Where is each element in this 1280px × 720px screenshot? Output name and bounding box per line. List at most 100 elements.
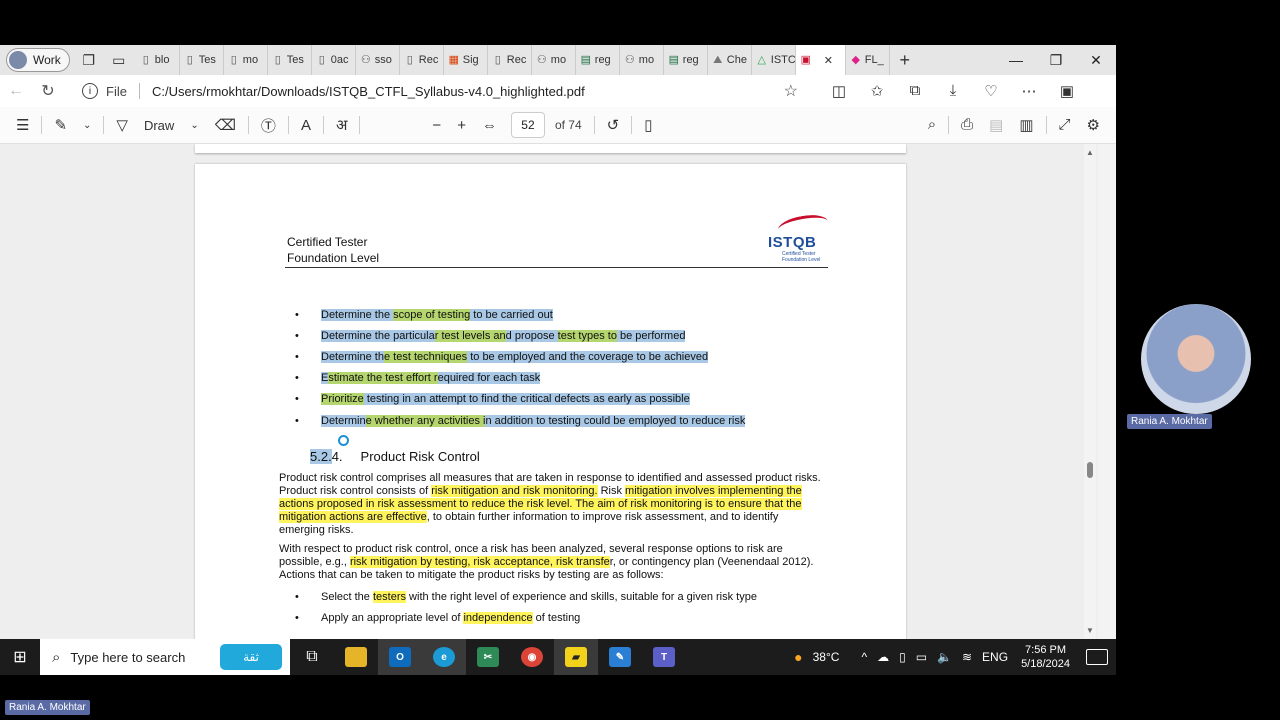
thiqa-app-button[interactable]: ثقة (220, 644, 282, 670)
page-view-icon[interactable]: ▯ (636, 116, 660, 134)
browser-tab[interactable]: ▯ mo (224, 45, 268, 75)
volume-icon[interactable]: 🔈 (932, 650, 957, 664)
restore-icon[interactable]: ❐ (1036, 45, 1076, 75)
usb-icon[interactable]: ▯ (894, 650, 911, 664)
highlighted-text: testing in an attempt to find the critic… (363, 393, 690, 405)
print-icon[interactable]: ⎙ (953, 116, 981, 134)
highlighted-text: scope of testing (393, 309, 471, 321)
draw-icon[interactable]: ▽ (108, 116, 136, 134)
tab-label: mo (242, 54, 259, 66)
more-menu-icon[interactable]: ⋯ (1010, 82, 1048, 100)
browser-tab[interactable]: ⚇ mo (620, 45, 664, 75)
browser-tab[interactable]: ▯ Rec (400, 45, 444, 75)
minimize-icon[interactable]: — (996, 45, 1036, 75)
draw-button[interactable]: Draw (136, 118, 182, 133)
translate-icon[interactable]: अ (328, 115, 355, 135)
browser-tab[interactable]: ⛰ Che (708, 45, 752, 75)
read-aloud-icon[interactable]: A (293, 117, 319, 134)
scrollbar-thumb[interactable] (1087, 462, 1093, 478)
fullscreen-icon[interactable]: ⤢ (1051, 116, 1079, 134)
temperature[interactable]: 38°C (808, 650, 845, 664)
tab-close-icon[interactable]: ✕ (824, 54, 833, 67)
eraser-icon[interactable]: ⌫ (207, 116, 244, 134)
sidebar-toggle-icon[interactable]: ▣ (1048, 82, 1086, 100)
tab-actions-icon[interactable]: ▭ (108, 49, 130, 71)
task-view-icon[interactable]: ⧉ (290, 639, 334, 675)
windows-taskbar: ⊞ ⌕ Type here to search ثقة ⧉ O e ✂ ◉ ▰ … (0, 639, 1116, 675)
onedrive-icon[interactable]: ☁ (872, 650, 894, 664)
browser-tab[interactable]: △ ISTC (752, 45, 796, 75)
highlight-icon[interactable]: ✎ (46, 116, 75, 134)
profile-button[interactable]: Work (6, 48, 70, 72)
close-icon[interactable]: ✕ (1076, 45, 1116, 75)
browser-window: Work ❐ ▭ ▯ blo ▯ Tes ▯ mo ▯ Tes ▯ 0ac ⚇ sso ▯ Rec ▦ Sig… (0, 45, 1116, 639)
browser-tab[interactable]: ▯ Rec (488, 45, 532, 75)
highlighted-text: n addition to testing could be employed … (485, 415, 746, 427)
sticky-notes-icon[interactable]: ▰ (554, 639, 598, 675)
zoom-in-icon[interactable]: + (449, 117, 474, 134)
collections-icon[interactable]: ⧉ (896, 82, 934, 100)
tab-label: ISTC (770, 54, 796, 66)
notifications-icon[interactable] (1086, 649, 1108, 665)
browser-tab[interactable]: ▦ Sig (444, 45, 488, 75)
browser-tab[interactable]: ▤ reg (576, 45, 620, 75)
info-icon[interactable]: i (82, 83, 98, 99)
workspaces-icon[interactable]: ❐ (78, 49, 100, 71)
find-icon[interactable]: ⌕ (920, 116, 944, 134)
outlook-icon[interactable]: O (378, 639, 422, 675)
save-icon[interactable]: ▤ (981, 116, 1011, 134)
browser-tab[interactable]: ▯ Tes (268, 45, 312, 75)
browser-tab[interactable]: ▤ reg (664, 45, 708, 75)
battery-icon[interactable]: ▭ (911, 650, 932, 664)
rotate-icon[interactable]: ↺ (599, 116, 628, 134)
browser-tab[interactable]: ▯ 0ac (312, 45, 356, 75)
tab-favicon-icon: △ (757, 54, 767, 66)
clock[interactable]: 7:56 PM 5/18/2024 (1013, 643, 1078, 671)
browser-tab[interactable]: ⚇ sso (356, 45, 400, 75)
tab-label: Che (726, 54, 747, 66)
weather-icon[interactable]: ● (789, 649, 807, 665)
new-tab-button[interactable]: + (890, 50, 920, 71)
refresh-icon[interactable]: ↻ (32, 81, 64, 101)
self-view-name: Rania A. Mokhtar (5, 700, 90, 715)
browser-tab[interactable]: ▯ blo (136, 45, 180, 75)
downloads-icon[interactable]: ⤓ (934, 82, 972, 100)
teams-icon[interactable]: T (642, 639, 686, 675)
scroll-down-icon[interactable]: ▼ (1086, 626, 1094, 635)
tab-label: Sig (462, 54, 479, 66)
show-hidden-icons-icon[interactable]: ^ (856, 650, 872, 664)
highlighted-text: test types to (557, 330, 617, 342)
address-bar[interactable]: i File C:/Users/rmokhtar/Downloads/ISTQB… (70, 78, 810, 104)
save-as-icon[interactable]: ▥ (1011, 116, 1041, 134)
chrome-icon[interactable]: ◉ (510, 639, 554, 675)
edge-icon[interactable]: e (422, 639, 466, 675)
browser-tab[interactable]: ⚇ mo (532, 45, 576, 75)
browser-essentials-icon[interactable]: ♡ (972, 82, 1010, 100)
add-text-icon[interactable]: Ⓣ (253, 115, 284, 136)
page-number-input[interactable]: 52 (510, 112, 545, 138)
vertical-scrollbar[interactable]: ▲ ▼ (1084, 144, 1096, 639)
snipping-tool-icon[interactable]: ✂ (466, 639, 510, 675)
scroll-up-icon[interactable]: ▲ (1086, 148, 1094, 157)
browser-tab[interactable]: ◆ FL_ (846, 45, 890, 75)
back-icon[interactable]: ← (0, 82, 32, 100)
pdf-toolbar-right: ⌕ ⎙ ▤ ▥ ⤢ ⚙ (920, 116, 1116, 134)
highlight-dropdown-icon[interactable]: ⌄ (75, 120, 99, 131)
favorite-star-icon[interactable]: ☆ (784, 81, 798, 101)
language-indicator[interactable]: ENG (977, 650, 1013, 664)
browser-tab[interactable]: ▣ ✕ (795, 45, 846, 75)
draw-dropdown-icon[interactable]: ⌄ (182, 120, 206, 131)
fit-width-icon[interactable]: ⇔ (474, 117, 505, 134)
paint-icon[interactable]: ✎ (598, 639, 642, 675)
url-text: C:/Users/rmokhtar/Downloads/ISTQB_CTFL_S… (151, 83, 585, 99)
contents-icon[interactable]: ☰ (8, 116, 37, 134)
split-screen-icon[interactable]: ◫ (820, 82, 858, 100)
settings-gear-icon[interactable]: ⚙ (1079, 116, 1108, 134)
wifi-icon[interactable]: ≋ (957, 650, 977, 664)
zoom-out-icon[interactable]: − (424, 117, 449, 134)
browser-tab[interactable]: ▯ Tes (180, 45, 224, 75)
favorites-icon[interactable]: ✩ (858, 82, 896, 100)
windows-start-icon[interactable]: ⊞ (0, 647, 40, 667)
pdf-viewport[interactable]: Certified Tester Foundation Level ISTQB … (0, 144, 1098, 639)
file-explorer-icon[interactable] (334, 639, 378, 675)
